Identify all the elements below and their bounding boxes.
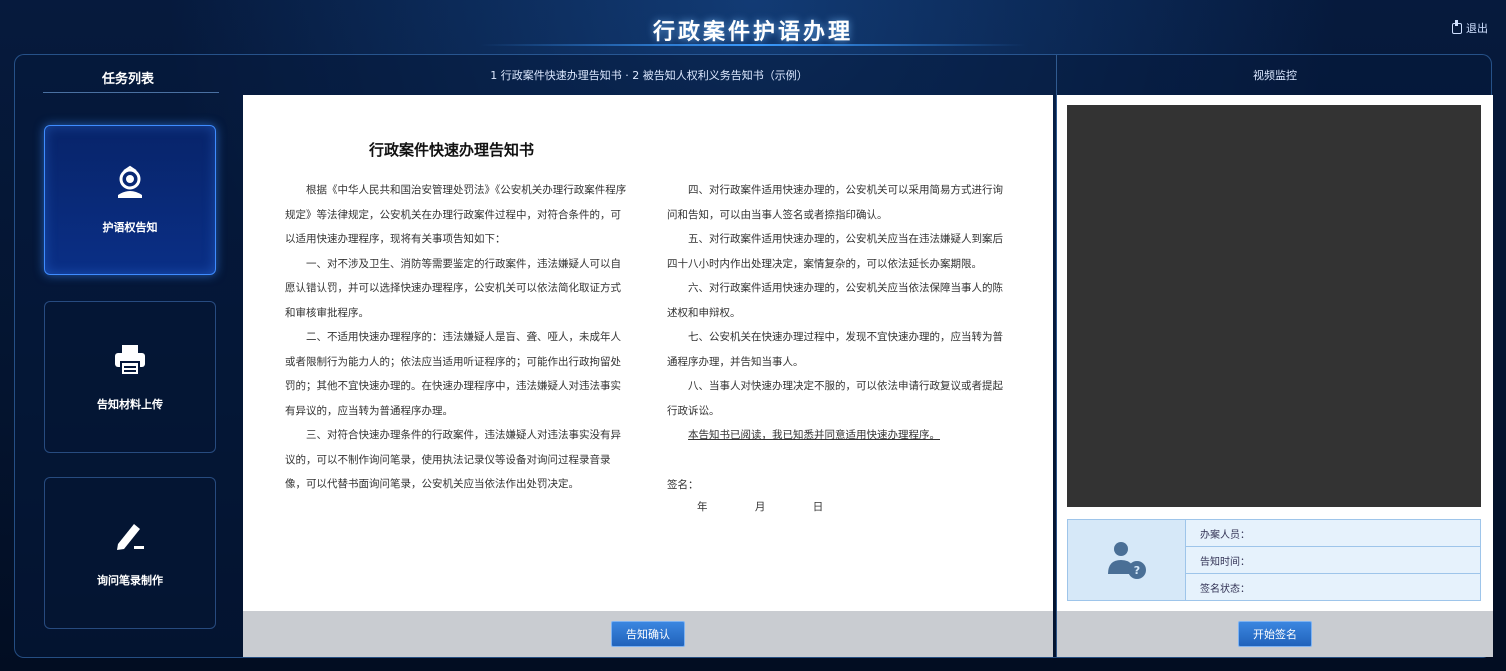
main-frame: 任务列表 护语权告知 告知材料上传 询问笔录制作 1 行政案件快速办理告知书 ·… — [14, 54, 1493, 658]
signature-label: 签名： — [667, 478, 699, 491]
document-paragraph: 二、不适用快速办理程序的：违法嫌疑人是盲、聋、哑人，未成年人或者限制行为能力人的… — [285, 331, 621, 417]
document-footer: 告知确认 — [243, 611, 1053, 657]
video-panel-body: ? 办案人员： 告知时间： 签名状态： — [1057, 95, 1493, 611]
info-row-officer: 办案人员： — [1186, 520, 1480, 547]
info-row-time: 告知时间： — [1186, 547, 1480, 574]
document-paragraph: 八、当事人对快速办理决定不服的，可以依法申请行政复议或者提起行政诉讼。 — [667, 380, 1003, 417]
date-month: 月 — [754, 500, 788, 513]
svg-text:?: ? — [1133, 564, 1139, 577]
printer-icon — [115, 345, 145, 376]
user-question-icon: ? — [1107, 542, 1146, 579]
document-paragraph: 三、对符合快速办理条件的行政案件，违法嫌疑人对违法事实没有异议的，可以不制作询问… — [285, 429, 621, 490]
sidebar-item-rights-notice[interactable]: 护语权告知 — [44, 125, 216, 275]
document-panel: 1 行政案件快速办理告知书 · 2 被告知人权利义务告知书（示例） 行政案件快速… — [243, 55, 1055, 657]
video-feed — [1067, 105, 1481, 507]
date-year: 年 — [697, 500, 730, 513]
sidebar-item-record-making[interactable]: 询问笔录制作 — [44, 477, 216, 629]
officer-avatar: ? — [1068, 520, 1186, 600]
date-day: 日 — [812, 500, 846, 513]
app-header: 行政案件护语办理 退出 — [0, 0, 1506, 56]
document-paragraph: 一、对不涉及卫生、消防等需要鉴定的行政案件，违法嫌疑人可以自愿认错认罚，并可以选… — [285, 257, 621, 319]
signature-block: 签名： 年 月 日 — [667, 474, 1013, 518]
header-glow-line — [480, 44, 1026, 46]
video-panel: 视频监控 ? 办案人员： 告知时间： 签名状态： 开始签名 — [1056, 55, 1493, 657]
start-sign-button[interactable]: 开始签名 — [1238, 621, 1312, 647]
document-paragraph: 七、公安机关在快速办理过程中，发现不宜快速办理的，应当转为普通程序办理，并告知当… — [667, 331, 1003, 368]
sidebar-item-material-upload[interactable]: 告知材料上传 — [44, 301, 216, 453]
sidebar-item-label: 询问笔录制作 — [97, 574, 163, 587]
exit-icon — [1452, 19, 1462, 34]
document-column-left: 根据《中华人民共和国治安管理处罚法》《公安机关办理行政案件程序规定》等法律规定，… — [285, 178, 631, 518]
pen-edit-icon — [117, 524, 144, 550]
signature-date: 年 月 日 — [667, 496, 1013, 518]
confirm-notice-button[interactable]: 告知确认 — [611, 621, 685, 647]
police-badge-icon — [118, 165, 142, 198]
document-title: 行政案件快速办理告知书 — [369, 141, 535, 159]
acknowledgement-line: 本告知书已阅读，我已知悉并同意适用快速办理程序。 — [688, 429, 940, 441]
document-paragraph: 六、对行政案件适用快速办理的，公安机关应当依法保障当事人的陈述权和申辩权。 — [667, 282, 1003, 319]
officer-info-rows: 办案人员： 告知时间： 签名状态： — [1186, 520, 1480, 600]
sidebar-title: 任务列表 — [101, 72, 154, 87]
exit-label: 退出 — [1466, 22, 1488, 35]
document-paragraph: 四、对行政案件适用快速办理的，公安机关可以采用简易方式进行询问和告知，可以由当事… — [667, 184, 1003, 221]
sidebar-item-label: 护语权告知 — [102, 221, 158, 234]
info-row-status: 签名状态： — [1186, 574, 1480, 600]
document-column-right: 四、对行政案件适用快速办理的，公安机关可以采用简易方式进行询问和告知，可以由当事… — [667, 178, 1013, 518]
document-paragraph: 五、对行政案件适用快速办理的，公安机关应当在违法嫌疑人到案后四十八小时内作出处理… — [667, 233, 1003, 270]
officer-info-card: ? 办案人员： 告知时间： 签名状态： — [1067, 519, 1481, 601]
document-paragraph: 根据《中华人民共和国治安管理处罚法》《公安机关办理行政案件程序规定》等法律规定，… — [285, 184, 627, 245]
sidebar-divider — [43, 92, 219, 93]
page-title: 行政案件护语办理 — [652, 20, 853, 45]
sidebar-item-label: 告知材料上传 — [97, 398, 163, 411]
video-footer: 开始签名 — [1057, 611, 1493, 657]
video-panel-title: 视频监控 — [1253, 69, 1297, 82]
document-tabs[interactable]: 1 行政案件快速办理告知书 · 2 被告知人权利义务告知书（示例） — [243, 55, 1055, 95]
task-sidebar: 任务列表 护语权告知 告知材料上传 询问笔录制作 — [15, 55, 241, 657]
exit-button[interactable]: 退出 — [1452, 19, 1488, 36]
notice-document: 行政案件快速办理告知书 根据《中华人民共和国治安管理处罚法》《公安机关办理行政案… — [243, 95, 1053, 611]
